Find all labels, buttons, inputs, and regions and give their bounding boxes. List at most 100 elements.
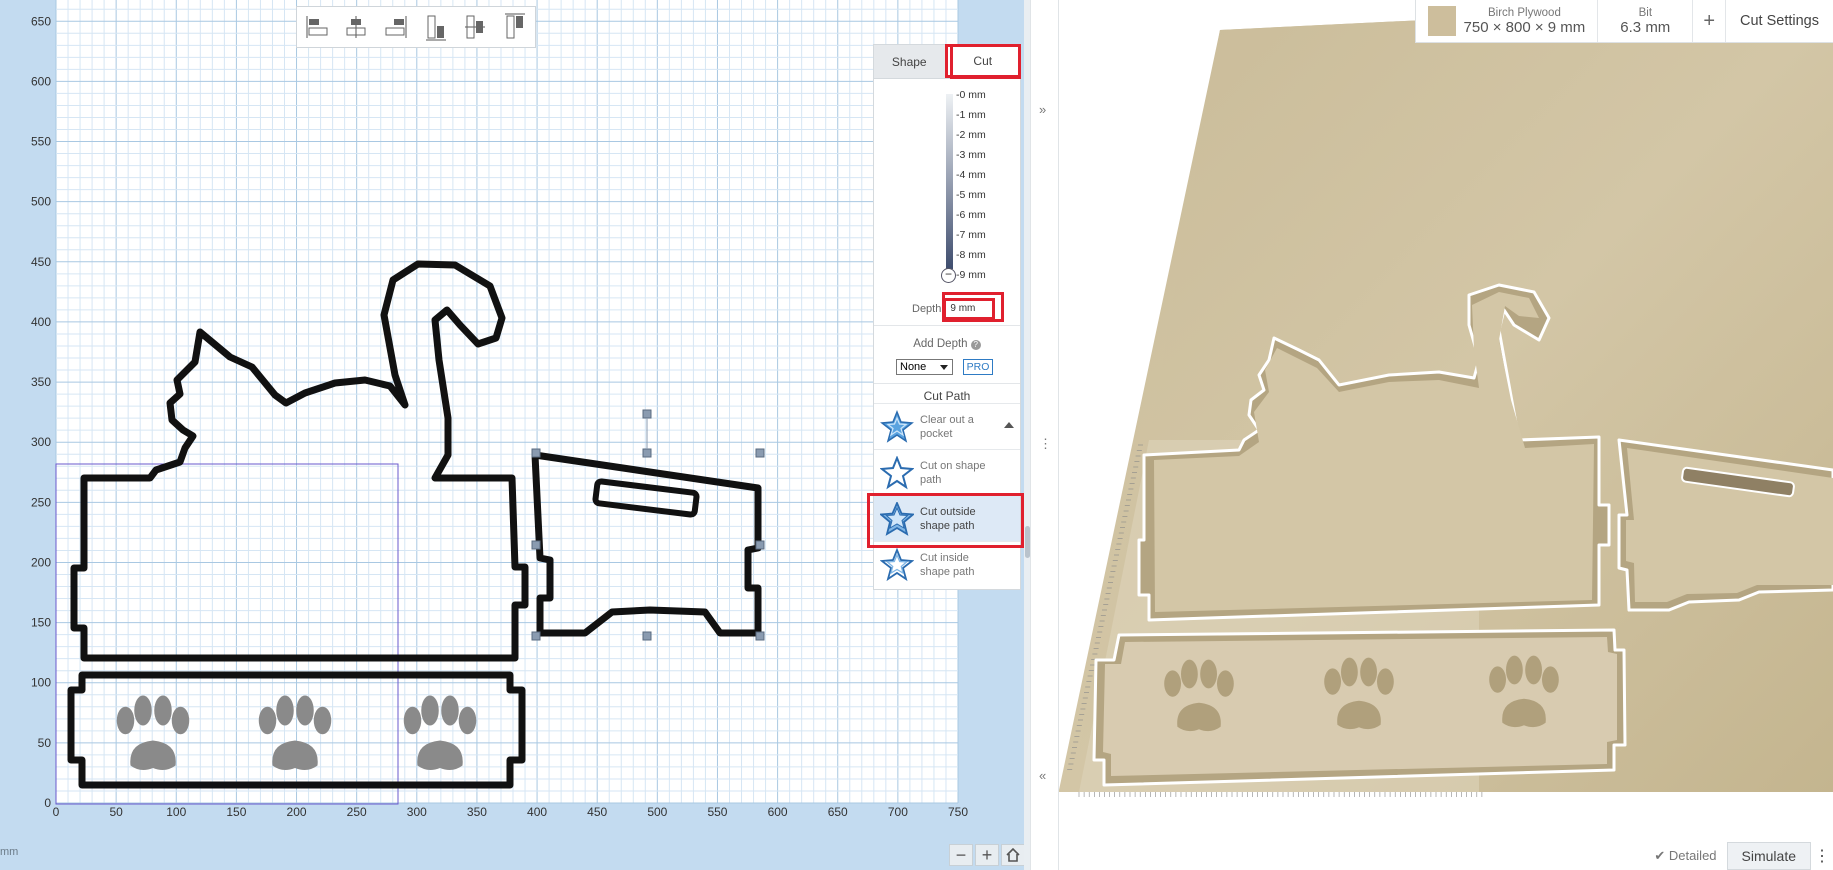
depth-tick: -2 mm xyxy=(956,129,986,141)
outside-path-star-icon xyxy=(874,496,920,542)
y-tick-label: 0 xyxy=(44,796,51,810)
material-name: Birch Plywood xyxy=(1487,6,1561,19)
y-tick-label: 250 xyxy=(31,495,51,509)
collapse-panel-icon[interactable]: « xyxy=(1039,768,1046,783)
y-tick-label: 600 xyxy=(31,74,51,88)
y-tick-label: 300 xyxy=(31,435,51,449)
preview-svg[interactable] xyxy=(1059,0,1833,870)
on-path-star-icon xyxy=(874,450,920,496)
y-tick-label: 200 xyxy=(31,555,51,569)
more-menu-icon[interactable]: ⋮ xyxy=(1811,846,1833,866)
drag-handle-icon[interactable]: ⋮ xyxy=(1039,436,1052,452)
cut-option-label: Cut inside shape path xyxy=(920,551,975,578)
detailed-toggle[interactable]: ✔ Detailed xyxy=(1654,848,1716,864)
x-tick-label: 350 xyxy=(467,805,487,819)
simulate-button[interactable]: Simulate xyxy=(1726,842,1811,870)
zoom-in-button[interactable]: + xyxy=(975,844,999,866)
bit-selector[interactable]: Bit 6.3 mm xyxy=(1598,0,1694,42)
add-depth-controls: None PRO xyxy=(896,359,993,375)
x-tick-label: 550 xyxy=(707,805,727,819)
depth-slider-track[interactable] xyxy=(946,94,953,269)
x-tick-label: 150 xyxy=(226,805,246,819)
cut-option-pocket[interactable]: Clear out a pocket xyxy=(874,403,1020,449)
y-tick-label: 550 xyxy=(31,135,51,149)
align-center-vertical-icon[interactable] xyxy=(459,10,491,44)
cut-option-on-path[interactable]: Cut on shape path xyxy=(874,449,1020,495)
align-left-icon[interactable] xyxy=(301,10,333,44)
y-tick-label: 400 xyxy=(31,315,51,329)
zoom-out-button[interactable]: − xyxy=(949,844,973,866)
align-toolbar xyxy=(296,6,536,48)
depth-tick: -7 mm xyxy=(956,229,986,241)
cut-path-title: Cut Path xyxy=(874,383,1020,403)
cut-settings-button[interactable]: Cut Settings xyxy=(1726,0,1833,42)
add-depth-section: Add Depth ? xyxy=(874,325,1020,350)
zoom-controls: − + xyxy=(949,844,1025,866)
depth-tick: -5 mm xyxy=(956,189,986,201)
cut-option-label: Cut outside shape path xyxy=(920,505,976,532)
x-tick-label: 200 xyxy=(287,805,307,819)
align-top-icon[interactable] xyxy=(499,10,531,44)
inside-path-star-icon xyxy=(874,542,920,588)
x-tick-label: 0 xyxy=(53,805,60,819)
x-tick-label: 300 xyxy=(407,805,427,819)
depth-tick: -1 mm xyxy=(956,109,986,121)
cut-option-inside[interactable]: Cut inside shape path xyxy=(874,541,1020,587)
x-tick-label: 600 xyxy=(768,805,788,819)
add-bit-button[interactable]: + xyxy=(1693,0,1726,42)
depth-tick: -8 mm xyxy=(956,249,986,261)
expand-panel-icon[interactable]: » xyxy=(1039,102,1046,117)
home-icon[interactable] xyxy=(1001,844,1025,866)
material-swatch xyxy=(1427,6,1456,36)
y-tick-label: 50 xyxy=(38,736,52,750)
x-tick-label: 750 xyxy=(948,805,968,819)
x-tick-label: 500 xyxy=(647,805,667,819)
y-tick-label: 150 xyxy=(31,616,51,630)
depth-slider-handle[interactable]: − xyxy=(941,268,956,283)
bit-value: 6.3 mm xyxy=(1620,18,1671,36)
depth-tick: -3 mm xyxy=(956,149,986,161)
material-toolbar: Birch Plywood 750 × 800 × 9 mm Bit 6.3 m… xyxy=(1414,0,1833,43)
collapse-caret-icon[interactable] xyxy=(1004,422,1014,428)
x-tick-label: 50 xyxy=(109,805,123,819)
depth-input[interactable]: 9 mm xyxy=(943,298,996,320)
y-tick-label: 650 xyxy=(31,14,51,28)
depth-tick: -9 mm xyxy=(956,269,986,281)
help-icon[interactable]: ? xyxy=(970,340,981,350)
depth-tick: -0 mm xyxy=(956,89,986,101)
x-tick-label: 450 xyxy=(587,805,607,819)
panel-divider: » ⋮ « xyxy=(1030,0,1059,870)
bit-label: Bit xyxy=(1638,6,1653,19)
canvas-scrollbar[interactable] xyxy=(1024,0,1030,870)
canvas-scrollbar-thumb[interactable] xyxy=(1025,526,1030,558)
align-bottom-icon[interactable] xyxy=(420,10,452,44)
y-tick-label: 350 xyxy=(31,375,51,389)
y-tick-label: 500 xyxy=(31,195,51,209)
depth-label: Depth xyxy=(912,303,942,315)
preview-footer: ✔ Detailed Simulate ⋮ xyxy=(1654,842,1833,870)
depth-tick: -4 mm xyxy=(956,169,986,181)
cut-option-label: Cut on shape path xyxy=(920,459,986,486)
depth-row: Depth 9 mm xyxy=(874,298,1020,320)
x-tick-label: 100 xyxy=(166,805,186,819)
cut-settings-panel: Shape Cut -0 mm -1 mm -2 mm -3 mm -4 mm … xyxy=(873,44,1021,590)
add-depth-label: Add Depth xyxy=(913,338,968,350)
align-center-horizontal-icon[interactable] xyxy=(340,10,372,44)
add-depth-select[interactable]: None xyxy=(896,359,953,375)
3d-preview[interactable]: Birch Plywood 750 × 800 × 9 mm Bit 6.3 m… xyxy=(1059,0,1833,870)
y-tick-label: 100 xyxy=(31,676,51,690)
pro-badge[interactable]: PRO xyxy=(963,359,993,375)
tab-shape[interactable]: Shape xyxy=(874,45,945,78)
x-tick-label: 250 xyxy=(347,805,367,819)
pocket-star-icon xyxy=(874,404,920,450)
x-tick-label: 400 xyxy=(527,805,547,819)
material-selector[interactable]: Birch Plywood 750 × 800 × 9 mm xyxy=(1416,0,1599,42)
design-canvas[interactable]: 0 50 100 150 200 250 300 350 400 450 500 550 600 650 7… xyxy=(0,0,1030,870)
tab-cut[interactable]: Cut xyxy=(944,44,1021,78)
units-label: mm xyxy=(0,846,19,858)
y-tick-label: 450 xyxy=(31,255,51,269)
cut-option-outside[interactable]: Cut outside shape path xyxy=(874,495,1020,541)
cut-option-label: Clear out a pocket xyxy=(920,413,974,440)
depth-scale: -0 mm -1 mm -2 mm -3 mm -4 mm -5 mm -6 m… xyxy=(874,79,1020,289)
align-right-icon[interactable] xyxy=(380,10,412,44)
